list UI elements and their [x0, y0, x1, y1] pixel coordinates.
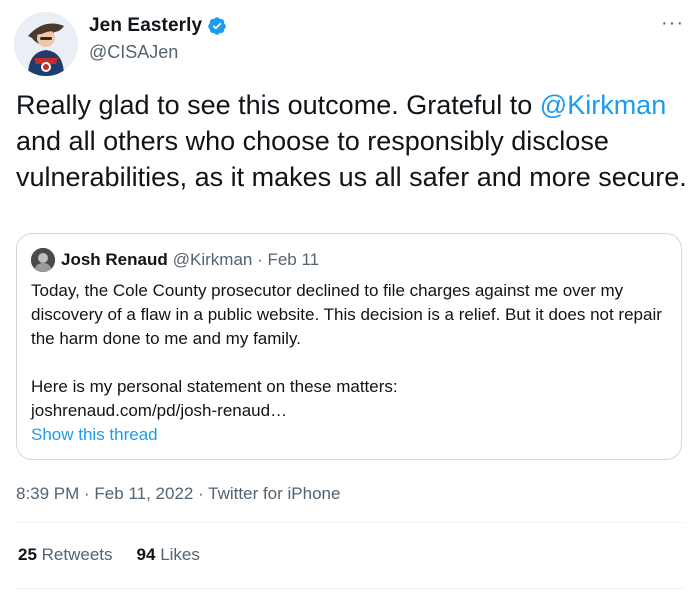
show-thread-link[interactable]: Show this thread: [31, 425, 158, 445]
quoted-link[interactable]: joshrenaud.com/pd/josh-renaud…: [31, 399, 671, 423]
quoted-author-name: Josh Renaud: [61, 250, 168, 269]
author-handle[interactable]: @CISAJen: [89, 42, 178, 63]
tweet-text-part: Really glad to see this outcome. Gratefu…: [16, 90, 540, 120]
tweet-text-part: and all others who choose to responsibly…: [16, 126, 687, 192]
quoted-paragraph: Here is my personal statement on these m…: [31, 377, 398, 396]
likes-stat[interactable]: 94 Likes: [137, 545, 200, 565]
more-options-icon[interactable]: ···: [661, 12, 684, 35]
tweet-source[interactable]: Twitter for iPhone: [208, 484, 340, 503]
quoted-tweet-header: Josh Renaud @Kirkman · Feb 11: [31, 248, 319, 272]
retweets-stat[interactable]: 25 Retweets: [18, 545, 113, 565]
separator: ·: [79, 484, 95, 503]
retweets-count: 25: [18, 545, 37, 564]
author-display-name[interactable]: Jen Easterly: [89, 15, 202, 37]
quoted-author-meta: @Kirkman · Feb 11: [172, 250, 320, 269]
tweet-card: Jen Easterly @CISAJen ··· Really glad to…: [0, 0, 700, 595]
superhero-avatar-icon: [14, 12, 78, 76]
likes-count: 94: [136, 545, 156, 564]
divider: [16, 522, 684, 523]
quoted-author-avatar: [31, 248, 55, 272]
separator: ·: [193, 484, 209, 503]
tweet-stats: 25 Retweets 94 Likes: [18, 545, 224, 565]
tweet-time[interactable]: 8:39 PM: [16, 484, 79, 503]
person-avatar-icon: [31, 248, 55, 272]
mention-link[interactable]: @Kirkman: [540, 90, 666, 120]
tweet-date[interactable]: Feb 11, 2022: [94, 484, 193, 503]
author-name-row: Jen Easterly: [89, 15, 227, 37]
retweets-label: Retweets: [41, 545, 113, 564]
quoted-tweet-text: Today, the Cole County prosecutor declin…: [31, 279, 671, 423]
tweet-text: Really glad to see this outcome. Gratefu…: [16, 87, 688, 195]
author-avatar[interactable]: [14, 12, 78, 76]
quoted-paragraph: Today, the Cole County prosecutor declin…: [31, 281, 662, 348]
likes-label: Likes: [160, 545, 200, 564]
divider: [16, 588, 684, 589]
quoted-tweet[interactable]: Josh Renaud @Kirkman · Feb 11 Today, the…: [16, 233, 682, 460]
verified-badge-icon: [207, 16, 227, 36]
tweet-timestamp: 8:39 PM · Feb 11, 2022 · Twitter for iPh…: [16, 484, 340, 504]
